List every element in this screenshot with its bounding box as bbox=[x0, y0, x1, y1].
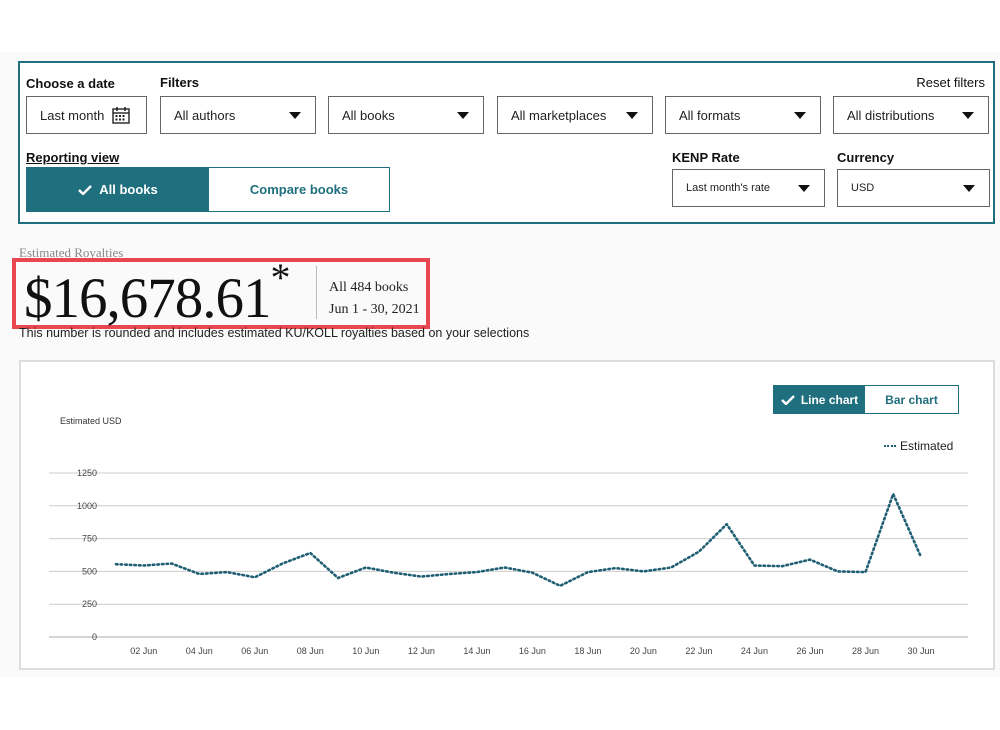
y-tick-label: 500 bbox=[82, 566, 97, 576]
chevron-down-icon bbox=[794, 112, 806, 119]
legend-swatch bbox=[884, 445, 896, 447]
marketplaces-dropdown[interactable]: All marketplaces bbox=[497, 96, 653, 134]
kenp-rate-label: KENP Rate bbox=[672, 150, 740, 165]
royalties-asterisk: * bbox=[270, 255, 291, 300]
reset-filters-link[interactable]: Reset filters bbox=[916, 75, 985, 90]
currency-value: USD bbox=[851, 182, 875, 194]
formats-dropdown-value: All formats bbox=[679, 107, 741, 123]
compare-books-view-button[interactable]: Compare books bbox=[209, 168, 389, 211]
books-count: All 484 books bbox=[329, 280, 409, 295]
x-tick-label: 14 Jun bbox=[463, 646, 490, 656]
all-books-view-button[interactable]: All books bbox=[27, 168, 209, 211]
check-icon bbox=[780, 394, 795, 405]
filters-label: Filters bbox=[160, 75, 200, 90]
x-tick-label: 02 Jun bbox=[130, 646, 157, 656]
legend-label: Estimated bbox=[900, 439, 954, 453]
y-tick-label: 1250 bbox=[77, 468, 97, 478]
marketplaces-dropdown-value: All marketplaces bbox=[511, 107, 607, 123]
x-tick-label: 20 Jun bbox=[630, 646, 657, 656]
date-dropdown[interactable]: Last month bbox=[26, 96, 147, 134]
chevron-down-icon bbox=[626, 112, 638, 119]
date-range: Jun 1 - 30, 2021 bbox=[329, 302, 420, 317]
compare-books-view-label: Compare books bbox=[249, 182, 349, 197]
calendar-icon bbox=[112, 107, 130, 124]
x-tick-label: 16 Jun bbox=[519, 646, 546, 656]
chevron-down-icon bbox=[962, 112, 974, 119]
x-tick-label: 26 Jun bbox=[796, 646, 823, 656]
distributions-dropdown[interactable]: All distributions bbox=[833, 96, 989, 134]
x-tick-label: 06 Jun bbox=[241, 646, 268, 656]
chevron-down-icon bbox=[457, 112, 469, 119]
chart-type-toggle: Line chart Bar chart bbox=[773, 385, 959, 414]
x-tick-label: 04 Jun bbox=[186, 646, 213, 656]
choose-date-label: Choose a date bbox=[26, 76, 115, 91]
authors-dropdown-value: All authors bbox=[174, 107, 236, 123]
x-tick-label: 08 Jun bbox=[297, 646, 324, 656]
chevron-down-icon bbox=[289, 112, 301, 119]
x-tick-label: 22 Jun bbox=[685, 646, 712, 656]
books-dropdown[interactable]: All books bbox=[328, 96, 484, 134]
kenp-rate-value: Last month's rate bbox=[686, 182, 771, 194]
series-line-estimated bbox=[114, 492, 923, 588]
y-tick-label: 250 bbox=[82, 599, 97, 609]
date-dropdown-value: Last month bbox=[40, 107, 105, 123]
x-tick-label: 18 Jun bbox=[574, 646, 601, 656]
line-chart-button[interactable]: Line chart bbox=[774, 386, 865, 413]
royalties-note: This number is rounded and includes esti… bbox=[19, 326, 530, 340]
x-tick-label: 10 Jun bbox=[352, 646, 379, 656]
distributions-dropdown-value: All distributions bbox=[847, 107, 935, 123]
currency-label: Currency bbox=[837, 150, 895, 165]
x-tick-label: 24 Jun bbox=[741, 646, 768, 656]
reporting-view-toggle: All books Compare books bbox=[26, 167, 390, 212]
books-dropdown-value: All books bbox=[342, 107, 395, 123]
filter-panel: Choose a date Filters Reset filters Last… bbox=[18, 61, 995, 224]
bar-chart-label: Bar chart bbox=[885, 392, 938, 407]
chevron-down-icon bbox=[798, 185, 810, 192]
reporting-view-label: Reporting view bbox=[26, 150, 120, 165]
check-icon bbox=[78, 184, 93, 195]
kenp-rate-dropdown[interactable]: Last month's rate bbox=[672, 169, 825, 207]
formats-dropdown[interactable]: All formats bbox=[665, 96, 821, 134]
chart-legend[interactable]: Estimated bbox=[884, 439, 953, 453]
line-chart-label: Line chart bbox=[800, 392, 859, 407]
chart-card: 0 250 500 750 1000 1250 02 Jun 04 Jun 06 Jun 08 J… bbox=[19, 360, 995, 670]
y-tick-label: 0 bbox=[92, 632, 97, 642]
royalties-amount: $16,678.61* bbox=[24, 255, 291, 331]
all-books-view-label: All books bbox=[99, 182, 158, 197]
currency-dropdown[interactable]: USD bbox=[837, 169, 990, 207]
x-tick-label: 28 Jun bbox=[852, 646, 879, 656]
x-tick-label: 12 Jun bbox=[408, 646, 435, 656]
y-tick-label: 1000 bbox=[77, 501, 97, 511]
x-tick-label: 30 Jun bbox=[907, 646, 934, 656]
divider bbox=[316, 266, 317, 319]
royalties-highlight-box: $16,678.61* All 484 books Jun 1 - 30, 20… bbox=[12, 255, 430, 331]
authors-dropdown[interactable]: All authors bbox=[160, 96, 316, 134]
chevron-down-icon bbox=[963, 185, 975, 192]
bar-chart-button[interactable]: Bar chart bbox=[865, 386, 958, 413]
y-axis-label: Estimated USD bbox=[60, 416, 122, 426]
y-tick-label: 750 bbox=[82, 534, 97, 544]
royalties-amount-value: $16,678.61 bbox=[24, 267, 271, 330]
